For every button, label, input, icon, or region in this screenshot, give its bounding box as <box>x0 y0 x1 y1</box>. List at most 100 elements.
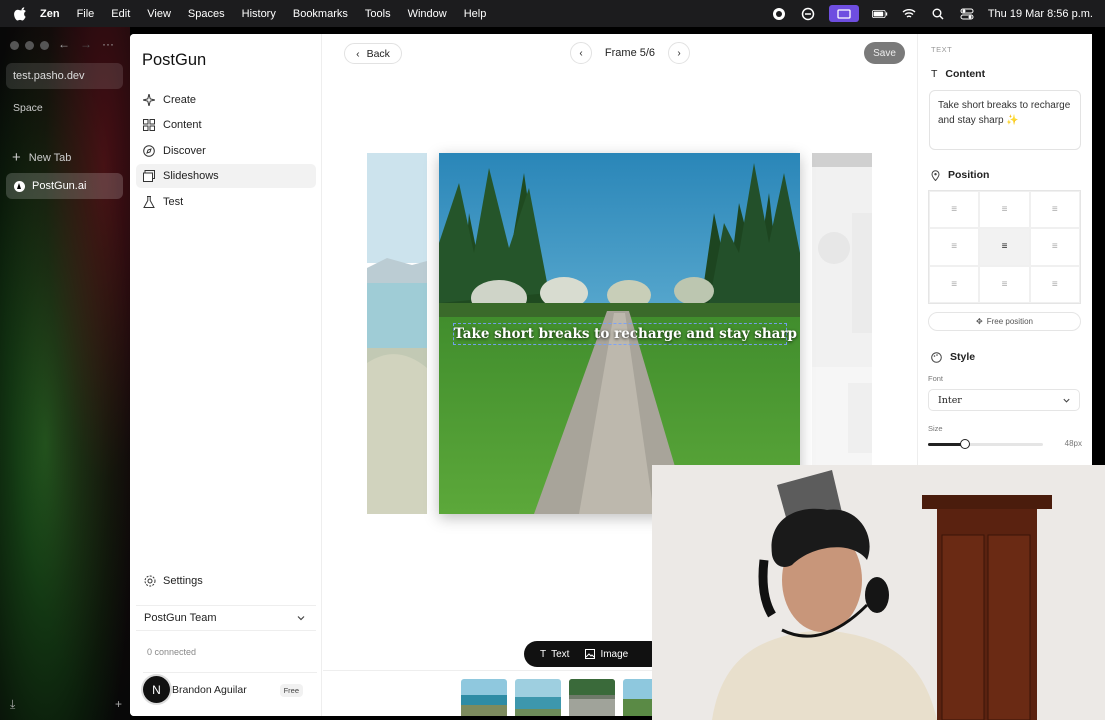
back-arrow-icon[interactable]: ← <box>58 37 70 51</box>
user-profile[interactable]: N Brandon Aguilar Free <box>143 672 317 703</box>
sidebar-item-slideshows[interactable]: Slideshows <box>136 164 316 188</box>
position-bottom-center[interactable]: ≡ <box>979 265 1030 303</box>
position-grid: ≡ ≡ ≡ ≡ ≡ ≡ ≡ ≡ ≡ <box>928 190 1081 304</box>
font-label: Font <box>928 374 944 383</box>
sidebar-item-create[interactable]: Create <box>136 88 316 112</box>
settings-label: Settings <box>163 575 203 587</box>
battery-icon[interactable] <box>871 8 888 20</box>
text-icon: T <box>931 68 938 80</box>
back-button[interactable]: ‹ Back <box>344 43 402 64</box>
previous-slide-image <box>367 153 427 514</box>
style-title: Style <box>950 351 976 363</box>
gear-icon <box>144 575 156 587</box>
team-selector[interactable]: PostGun Team <box>136 605 316 631</box>
panel-section-label: TEXT <box>931 45 953 54</box>
minimize-window-button[interactable] <box>25 41 34 50</box>
thumbnail-2[interactable] <box>515 679 561 716</box>
position-top-left[interactable]: ≡ <box>929 191 980 229</box>
add-text-button[interactable]: T Text <box>540 649 569 660</box>
menu-bookmarks[interactable]: Bookmarks <box>293 8 348 20</box>
sidebar-item-content[interactable]: Content <box>136 113 316 137</box>
brand-title[interactable]: PostGun <box>142 51 206 70</box>
browser-nav: ← → ··· <box>58 37 114 51</box>
url-bar[interactable]: test.pasho.dev <box>6 63 123 89</box>
position-top-center[interactable]: ≡ <box>979 191 1030 229</box>
palette-icon <box>931 351 942 363</box>
slide-text-overlay[interactable]: Take short breaks to recharge and stay s… <box>453 323 800 345</box>
new-tab-button[interactable]: + New Tab <box>12 149 71 166</box>
sidebar-item-label: Create <box>163 94 197 106</box>
add-text-label: Text <box>551 648 570 660</box>
frame-navigator: ‹ Frame 5/6 › <box>570 42 690 64</box>
location-pin-icon <box>931 169 940 181</box>
thumbnail-image <box>515 679 561 716</box>
position-section-title: Position <box>931 169 989 181</box>
size-slider[interactable] <box>928 439 1043 449</box>
menu-view[interactable]: View <box>147 8 171 20</box>
close-window-button[interactable] <box>10 41 19 50</box>
save-button[interactable]: Save <box>864 42 905 64</box>
menubar-datetime[interactable]: Thu 19 Mar 8:56 p.m. <box>988 8 1093 20</box>
settings-link[interactable]: Settings <box>144 575 203 587</box>
thumbnail-1[interactable] <box>461 679 507 716</box>
position-middle-right[interactable]: ≡ <box>1029 228 1080 266</box>
content-section-title: T Content <box>931 68 985 80</box>
status-app-icon[interactable] <box>771 7 787 20</box>
app-sidebar: PostGun Create Content Discover Slidesho… <box>130 34 322 716</box>
text-icon: T <box>540 648 547 660</box>
browser-tab-postgun[interactable]: PostGun.ai <box>6 173 123 199</box>
position-middle-left[interactable]: ≡ <box>929 228 980 266</box>
status-sync-icon[interactable] <box>800 7 816 20</box>
search-icon[interactable] <box>930 8 946 20</box>
downloads-icon[interactable]: ⤓ <box>10 697 15 712</box>
position-bottom-right[interactable]: ≡ <box>1029 265 1080 303</box>
sidebar-item-discover[interactable]: Discover <box>136 139 316 163</box>
previous-slide-preview[interactable] <box>367 153 427 514</box>
menu-history[interactable]: History <box>242 8 276 20</box>
menu-app-name[interactable]: Zen <box>40 8 60 20</box>
position-bottom-left[interactable]: ≡ <box>929 265 980 303</box>
wifi-icon[interactable] <box>901 8 917 20</box>
screen-record-icon[interactable] <box>828 5 859 22</box>
content-textarea[interactable]: Take short breaks to recharge and stay s… <box>929 90 1081 150</box>
add-space-icon[interactable]: + <box>115 697 122 712</box>
sidebar-item-test[interactable]: Test <box>136 190 316 214</box>
thumbnail-3[interactable] <box>569 679 615 716</box>
menu-spaces[interactable]: Spaces <box>188 8 225 20</box>
menu-help[interactable]: Help <box>464 8 487 20</box>
next-slide-preview[interactable] <box>812 153 872 514</box>
slides-icon <box>143 170 155 182</box>
menu-window[interactable]: Window <box>408 8 447 20</box>
window-controls[interactable] <box>10 41 49 50</box>
size-slider-handle[interactable] <box>959 439 970 449</box>
forward-arrow-icon[interactable]: → <box>80 37 92 51</box>
more-icon[interactable]: ··· <box>102 37 114 51</box>
prev-frame-button[interactable]: ‹ <box>570 42 592 64</box>
tab-label: PostGun.ai <box>32 180 87 192</box>
free-position-button[interactable]: ✥ Free position <box>928 312 1081 331</box>
current-slide[interactable]: Take short breaks to recharge and stay s… <box>439 153 800 514</box>
apple-icon[interactable] <box>14 6 28 21</box>
maximize-window-button[interactable] <box>40 41 49 50</box>
sidebar-item-label: Discover <box>163 145 206 157</box>
frame-counter: Frame 5/6 <box>604 47 656 59</box>
add-image-label: Image <box>600 648 629 660</box>
size-label: Size <box>928 424 943 433</box>
control-center-icon[interactable] <box>959 8 975 20</box>
next-frame-button[interactable]: › <box>667 42 690 64</box>
move-icon: ✥ <box>976 317 983 326</box>
menu-edit[interactable]: Edit <box>111 8 130 20</box>
position-top-right[interactable]: ≡ <box>1029 191 1080 229</box>
add-image-button[interactable]: Image <box>585 649 628 660</box>
font-select[interactable]: Inter <box>928 389 1080 411</box>
browser-sidebar: ← → ··· test.pasho.dev Space + New Tab P… <box>0 27 130 720</box>
menu-tools[interactable]: Tools <box>365 8 391 20</box>
size-value: 48px <box>1064 439 1082 448</box>
insert-toolbar: T Text Image <box>524 641 664 667</box>
webcam-overlay <box>652 465 1105 720</box>
grid-icon <box>143 119 155 131</box>
menu-file[interactable]: File <box>77 8 95 20</box>
sparkle-icon <box>143 94 155 106</box>
position-middle-center[interactable]: ≡ <box>979 228 1030 266</box>
sidebar-item-label: Slideshows <box>163 170 219 182</box>
